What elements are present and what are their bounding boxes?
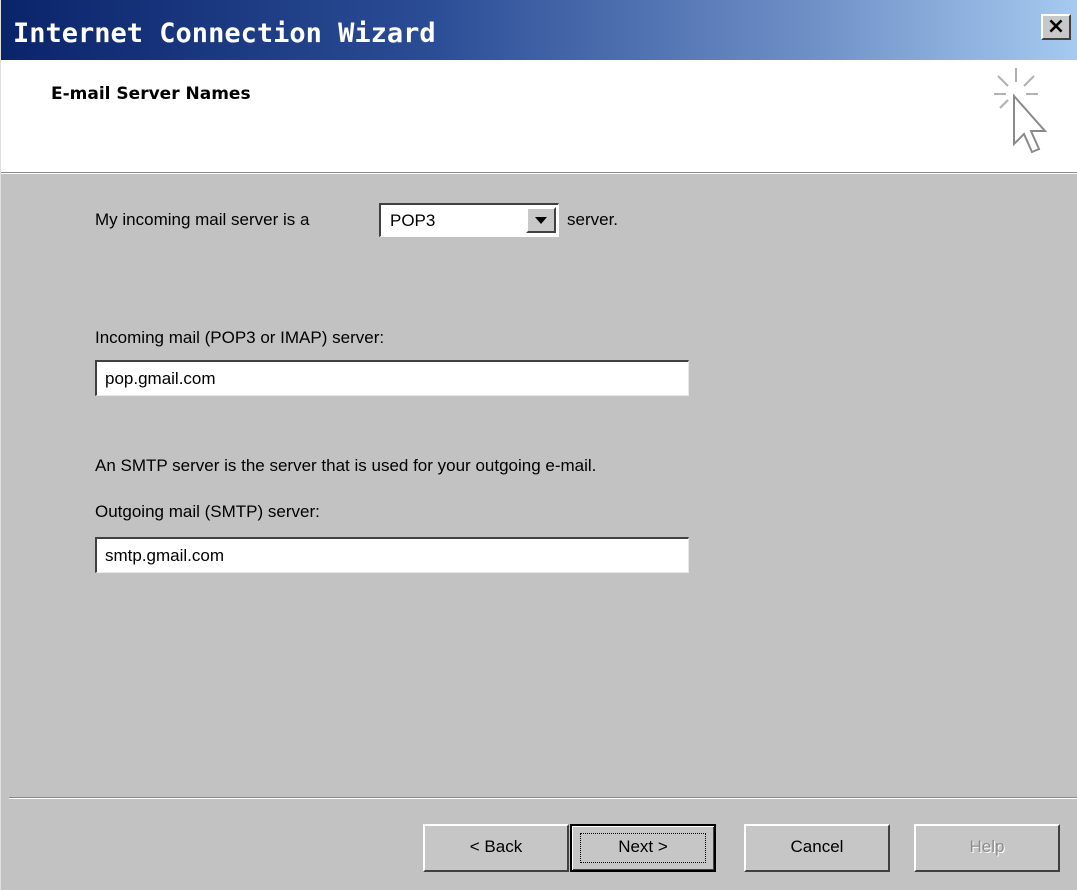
chevron-down-icon (535, 217, 547, 224)
back-button[interactable]: < Back (423, 824, 569, 872)
server-type-value: POP3 (390, 211, 436, 230)
help-button[interactable]: Help (914, 824, 1060, 872)
wizard-window: Internet Connection Wizard × E-mail Serv… (0, 0, 1077, 890)
outgoing-server-label: Outgoing mail (SMTP) server: (95, 502, 320, 521)
smtp-description: An SMTP server is the server that is use… (95, 456, 597, 475)
next-button-label: Next > (618, 837, 668, 856)
server-type-suffix: server. (567, 210, 619, 229)
incoming-server-input[interactable]: pop.gmail.com (95, 360, 689, 396)
footer-separator (9, 797, 1077, 799)
page-title: E-mail Server Names (51, 84, 251, 104)
cancel-button[interactable]: Cancel (744, 824, 890, 872)
dropdown-button[interactable] (526, 207, 556, 233)
server-type-select[interactable]: POP3 (379, 203, 559, 237)
outgoing-server-input[interactable]: smtp.gmail.com (95, 537, 689, 573)
server-type-label: My incoming mail server is a (95, 210, 310, 229)
wizard-header: E-mail Server Names (1, 60, 1077, 173)
next-button[interactable]: Next > (570, 824, 716, 872)
close-icon: × (1046, 14, 1066, 39)
close-button[interactable]: × (1041, 14, 1071, 40)
window-title: Internet Connection Wizard (13, 18, 436, 49)
wizard-cursor-sparkle-icon (994, 68, 1048, 154)
incoming-server-label: Incoming mail (POP3 or IMAP) server: (95, 328, 385, 347)
header-separator (1, 172, 1077, 174)
